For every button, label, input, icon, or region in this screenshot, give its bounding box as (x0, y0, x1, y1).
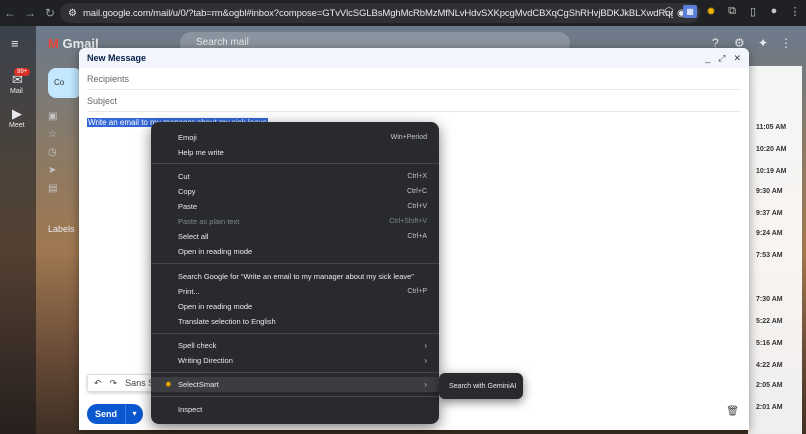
formatting-toolbar: ↶ ↷ Sans S (87, 374, 162, 392)
email-time: 2:01 AM (756, 404, 783, 411)
inbox-list-times: 11:05 AM 10:20 AM 10:19 AM 9:30 AM 9:37 … (748, 66, 802, 434)
extensions-puzzle-icon[interactable]: ⧉ (725, 5, 739, 18)
sidebar-item[interactable]: ▤ (48, 180, 76, 194)
font-select[interactable]: Sans S (125, 378, 154, 388)
side-panel-icon[interactable]: ▯ (746, 5, 760, 18)
compose-title: New Message (87, 53, 147, 63)
extension-icon-2[interactable]: ▦ (683, 5, 697, 18)
menu-separator (151, 163, 439, 164)
menu-separator (151, 396, 439, 397)
menu-item-writing-direction[interactable]: Writing Direction › (151, 353, 439, 368)
url-text: mail.google.com/mail/u/0/?tab=rm&ogbl#in… (82, 7, 673, 19)
sidebar-item[interactable]: ➤ (48, 162, 76, 176)
email-time: 9:30 AM (756, 188, 783, 195)
menu-item-print[interactable]: Print... Ctrl+P (151, 284, 439, 299)
compose-header[interactable]: New Message _ ⤢ ✕ (79, 48, 749, 68)
unread-badge: 99+ (14, 68, 31, 76)
left-rail: ≡ ✉ 99+ Mail ▶ Meet (0, 26, 36, 434)
address-bar[interactable]: ⚙ mail.google.com/mail/u/0/?tab=rm&ogbl#… (60, 3, 700, 23)
menu-item-paste-plain: Paste as plain text Ctrl+Shift+V (178, 217, 427, 226)
email-time: 9:24 AM (756, 230, 783, 237)
labels-heading: Labels (48, 224, 75, 234)
file-icon: ▤ (48, 183, 58, 194)
close-icon[interactable]: ✕ (733, 53, 741, 64)
email-time: 5:16 AM (756, 340, 783, 347)
site-info-icon[interactable]: ⚙ (68, 8, 77, 19)
menu-item-search-google[interactable]: Search Google for “Write an email to my … (151, 269, 439, 284)
send-options-chevron-down-icon[interactable]: ▾ (125, 404, 143, 424)
clock-icon: ◷ (48, 147, 57, 158)
menu-item-translate[interactable]: Translate selection to English (151, 314, 439, 329)
send-button[interactable]: Send (87, 404, 125, 424)
chevron-right-icon: › (424, 356, 427, 365)
email-time: 11:05 AM (756, 124, 787, 131)
inbox-icon: ▣ (48, 111, 58, 122)
sidebar-item[interactable]: ☆ (48, 126, 76, 140)
back-icon[interactable]: ← (0, 6, 20, 20)
submenu-search-with-gemini[interactable]: Search with GeminiAI (439, 373, 523, 399)
star-icon: ☆ (48, 129, 57, 140)
email-time: 4:22 AM (756, 362, 783, 369)
menu-item-cut[interactable]: Cut Ctrl+X (151, 169, 439, 184)
send-icon: ➤ (48, 165, 57, 176)
chevron-right-icon: › (424, 341, 427, 350)
email-time: 7:53 AM (756, 252, 783, 259)
sidebar-item[interactable]: ▣ (48, 108, 76, 122)
chevron-right-icon: › (424, 380, 427, 389)
discard-trash-icon[interactable]: 🗑 (726, 406, 739, 417)
apps-icon[interactable]: ⋮ (780, 36, 792, 50)
meet-icon[interactable]: ▶ (12, 106, 22, 122)
undo-icon[interactable]: ↶ (94, 378, 102, 389)
browser-toolbar: ← → ↻ ⚙ mail.google.com/mail/u/0/?tab=rm… (0, 0, 806, 26)
forward-icon[interactable]: → (20, 6, 40, 20)
mail-label: Mail (10, 88, 23, 95)
email-time: 5:22 AM (756, 318, 783, 325)
extension-icon-1[interactable]: ⬡ (662, 5, 676, 18)
subject-input[interactable]: Subject (87, 90, 741, 112)
menu-item-reading-mode-2[interactable]: Open in reading mode (151, 299, 439, 314)
email-time: 10:19 AM (756, 168, 787, 175)
menu-item-help-me-write[interactable]: Help me write (151, 145, 439, 160)
main-menu-icon[interactable]: ≡ (11, 36, 19, 51)
send-button-group: Send ▾ (87, 404, 143, 424)
menu-separator (151, 333, 439, 334)
chrome-menu-icon[interactable]: ⋮ (788, 5, 802, 18)
menu-item-selectsmart[interactable]: ✹ SelectSmart › (151, 377, 439, 392)
recipients-input[interactable]: Recipients (87, 68, 741, 90)
menu-item-spell-check[interactable]: Spell check › (151, 338, 439, 353)
meet-label: Meet (9, 122, 25, 129)
menu-item-emoji[interactable]: Emoji Win+Period (151, 130, 439, 145)
email-time: 10:20 AM (756, 146, 787, 153)
profile-icon[interactable]: ● (767, 5, 781, 18)
compose-button[interactable]: Co (48, 68, 82, 98)
menu-separator (151, 372, 439, 373)
menu-item-select-all[interactable]: Select all Ctrl+A (151, 229, 439, 244)
reload-icon[interactable]: ↻ (40, 6, 60, 20)
redo-icon[interactable]: ↷ (110, 378, 118, 389)
email-time: 7:30 AM (756, 296, 783, 303)
email-time: 2:05 AM (756, 382, 783, 389)
minimize-icon[interactable]: _ (705, 53, 710, 64)
gemini-icon[interactable]: ✦ (758, 36, 768, 50)
sidebar-item[interactable]: ◷ (48, 144, 76, 158)
menu-item-reading-mode[interactable]: Open in reading mode (151, 244, 439, 259)
menu-item-paste[interactable]: Paste Ctrl+V (151, 199, 439, 214)
menu-item-inspect[interactable]: Inspect (151, 402, 439, 417)
extension-icon-3[interactable]: ✹ (704, 5, 718, 18)
context-menu: Emoji Win+Period Help me write Cut Ctrl+X … (151, 122, 439, 424)
selectsmart-icon: ✹ (165, 380, 172, 389)
menu-item-copy[interactable]: Copy Ctrl+C (151, 184, 439, 199)
email-time: 9:37 AM (756, 210, 783, 217)
expand-icon[interactable]: ⤢ (718, 53, 725, 64)
menu-separator (151, 263, 439, 264)
